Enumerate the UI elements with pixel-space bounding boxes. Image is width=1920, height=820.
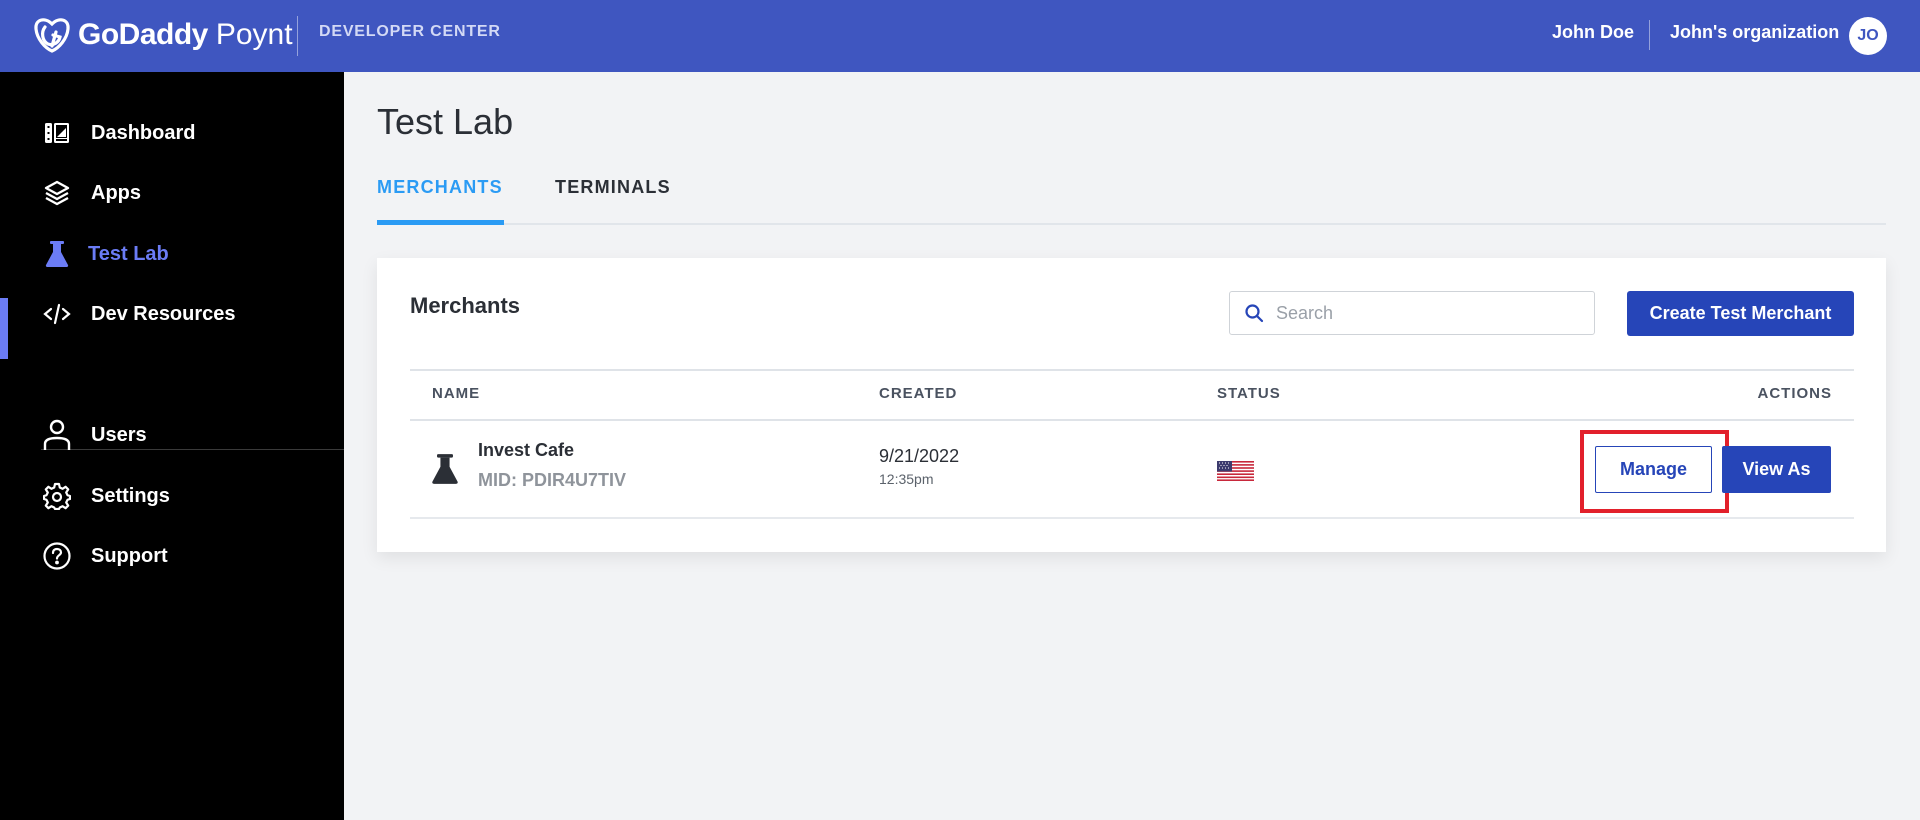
card-title: Merchants xyxy=(410,293,521,318)
tab-merchants[interactable]: MERCHANTS xyxy=(377,177,503,198)
avatar[interactable]: JO xyxy=(1849,17,1887,55)
user-icon xyxy=(42,419,72,450)
organization-name[interactable]: John's organization xyxy=(1670,22,1839,43)
godaddy-logo-icon xyxy=(34,18,70,53)
sidebar-item-label: Settings xyxy=(91,484,170,507)
created-time: 12:35pm xyxy=(879,471,934,487)
dashboard-icon xyxy=(42,118,72,148)
brand-name-bold: GoDaddy xyxy=(78,18,208,51)
table-row: Invest Cafe MID: PDIR4U7TIV 9/21/2022 12… xyxy=(410,421,1854,519)
help-circle-icon xyxy=(42,541,72,571)
sidebar-item-label: Dashboard xyxy=(91,121,196,144)
top-header: GoDaddy Poynt DEVELOPER CENTER John Doe … xyxy=(0,0,1920,72)
sidebar-item-label: Apps xyxy=(91,181,141,204)
search-input[interactable] xyxy=(1276,302,1576,324)
sidebar-item-label: Test Lab xyxy=(88,242,169,265)
tab-terminals[interactable]: TERMINALS xyxy=(555,177,671,198)
create-test-merchant-button[interactable]: Create Test Merchant xyxy=(1627,291,1854,336)
gear-icon xyxy=(42,481,72,511)
sidebar-item-label: Support xyxy=(91,544,168,567)
sidebar-item-dashboard[interactable]: Dashboard xyxy=(0,111,344,155)
page-title: Test Lab xyxy=(377,101,514,142)
flask-icon xyxy=(42,239,72,269)
manage-button[interactable]: Manage xyxy=(1595,446,1712,493)
merchant-mid: MID: PDIR4U7TIV xyxy=(478,470,627,490)
sidebar-item-label: Users xyxy=(91,423,147,446)
section-title: DEVELOPER CENTER xyxy=(319,23,501,40)
column-header-name[interactable]: NAME xyxy=(432,385,480,402)
column-header-actions: ACTIONS xyxy=(1757,385,1832,402)
table-header: NAME CREATED STATUS ACTIONS xyxy=(410,369,1854,421)
sidebar-item-users[interactable]: Users xyxy=(0,413,344,457)
column-header-status[interactable]: STATUS xyxy=(1217,385,1281,402)
sidebar-item-support[interactable]: Support xyxy=(0,534,344,578)
brand-logo[interactable]: GoDaddy Poynt xyxy=(32,15,293,55)
search-icon xyxy=(1245,304,1264,323)
sidebar-item-apps[interactable]: Apps xyxy=(0,171,344,215)
brand-name-light: Poynt xyxy=(215,18,293,51)
column-header-created[interactable]: CREATED xyxy=(879,385,957,402)
flask-icon xyxy=(432,454,458,484)
merchants-card: Merchants Create Test Merchant NAME CREA… xyxy=(377,258,1886,552)
merchant-name[interactable]: Invest Cafe xyxy=(478,440,574,461)
created-date: 9/21/2022 xyxy=(879,446,960,466)
header-divider xyxy=(297,16,298,56)
code-icon xyxy=(42,299,72,329)
sidebar-item-dev-resources[interactable]: Dev Resources xyxy=(0,292,344,336)
view-as-button[interactable]: View As xyxy=(1722,446,1831,493)
us-flag-icon xyxy=(1217,461,1254,481)
sidebar-item-label: Dev Resources xyxy=(91,302,236,325)
header-user-divider xyxy=(1649,20,1650,50)
layers-icon xyxy=(42,178,72,208)
user-name[interactable]: John Doe xyxy=(1552,22,1634,43)
tab-bar: MERCHANTS TERMINALS xyxy=(377,170,1886,225)
sidebar-item-test-lab[interactable]: Test Lab xyxy=(0,232,344,276)
sidebar-item-settings[interactable]: Settings xyxy=(0,474,344,518)
active-tab-underline xyxy=(377,220,504,225)
search-field[interactable] xyxy=(1229,291,1595,335)
sidebar: Dashboard Apps Test Lab Dev Resources Us… xyxy=(0,72,344,820)
